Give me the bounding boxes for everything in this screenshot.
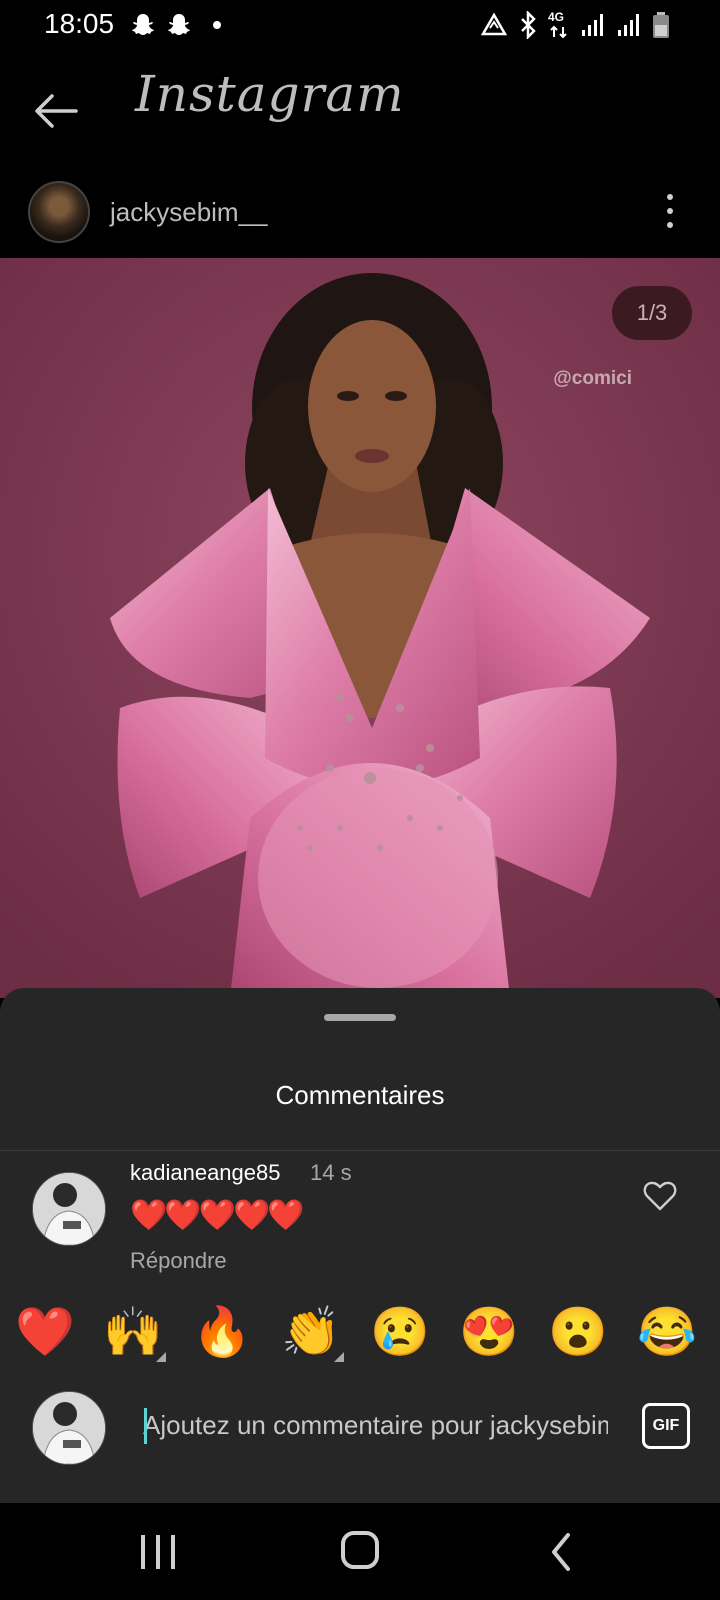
snapchat-icon — [168, 14, 190, 35]
reaction-cry[interactable]: 😢 — [365, 1298, 435, 1368]
reaction-glyph: 👏 — [281, 1306, 341, 1359]
recents-icon[interactable] — [128, 1527, 188, 1577]
status-bar: 18:05 4G — [0, 0, 720, 50]
comment-text: ❤️❤️❤️❤️❤️ — [130, 1199, 305, 1232]
signal-icon — [582, 14, 603, 36]
reaction-glyph: 😂 — [637, 1306, 697, 1359]
notification-dot — [213, 21, 221, 29]
home-icon[interactable] — [330, 1527, 390, 1577]
status-time: 18:05 — [44, 8, 115, 39]
back-icon[interactable] — [532, 1527, 592, 1577]
reaction-laugh[interactable]: 😂 — [632, 1298, 702, 1368]
post-avatar[interactable] — [28, 181, 90, 243]
reaction-glyph: ❤️ — [15, 1306, 75, 1359]
commenter-avatar[interactable] — [32, 1172, 106, 1246]
reaction-clap[interactable]: 👏 — [276, 1298, 346, 1368]
reaction-glyph: 😍 — [459, 1306, 519, 1359]
reaction-glyph: 😢 — [370, 1306, 430, 1359]
post-image[interactable]: 1/3 @comici — [0, 258, 720, 998]
reaction-heart[interactable]: ❤️ — [10, 1298, 80, 1368]
status-icons: 4G — [480, 10, 670, 40]
comment-input[interactable] — [143, 1404, 608, 1446]
person-avatar-icon — [33, 1392, 105, 1464]
gif-button[interactable]: GIF — [642, 1403, 690, 1449]
signal-icon — [618, 14, 639, 36]
heart-outline-icon[interactable] — [642, 1178, 678, 1214]
network-label: 4G — [548, 10, 565, 24]
sheet-drag-handle[interactable] — [324, 1014, 396, 1021]
comment-username[interactable]: kadianeange85 — [130, 1160, 280, 1186]
sheet-title: Commentaires — [275, 1080, 445, 1110]
data-saver-icon — [480, 12, 508, 36]
reply-button[interactable]: Répondre — [130, 1248, 227, 1274]
reaction-glyph: 🔥 — [192, 1306, 252, 1359]
post-username[interactable]: jackysebim__ — [110, 197, 268, 228]
battery-icon — [653, 12, 669, 38]
data-arrows-icon — [550, 25, 567, 39]
quick-reactions: ❤️ 🙌 🔥 👏 😢 😍 😮 😂 — [0, 1298, 720, 1368]
skin-tone-indicator — [334, 1352, 344, 1362]
image-counter: 1/3 — [612, 286, 692, 340]
network-4g-icon: 4G — [548, 10, 570, 40]
reaction-heart-eyes[interactable]: 😍 — [454, 1298, 524, 1368]
arrow-left-icon[interactable] — [30, 85, 82, 137]
reaction-wow[interactable]: 😮 — [543, 1298, 613, 1368]
bluetooth-icon — [521, 11, 536, 39]
comments-sheet: Commentaires kadianeange85 14 s ❤️❤️❤️❤️… — [0, 988, 720, 1503]
sheet-divider — [0, 1150, 720, 1151]
reaction-glyph: 🙌 — [103, 1306, 163, 1359]
text-caret — [144, 1408, 147, 1444]
reaction-fire[interactable]: 🔥 — [187, 1298, 257, 1368]
app-title: Instagram — [135, 65, 405, 123]
skin-tone-indicator — [156, 1352, 166, 1362]
my-avatar — [32, 1391, 106, 1465]
comment-composer: GIF — [0, 1388, 720, 1468]
image-watermark: @comici — [553, 368, 632, 389]
system-nav-bar — [0, 1503, 720, 1600]
post-header: jackysebim__ — [0, 173, 720, 258]
reaction-raising-hands[interactable]: 🙌 — [98, 1298, 168, 1368]
app-bar: Instagram — [0, 55, 720, 165]
snapchat-icon — [132, 14, 154, 35]
comment-time: 14 s — [310, 1160, 352, 1185]
reaction-glyph: 😮 — [548, 1306, 608, 1359]
comment-item: kadianeange85 14 s ❤️❤️❤️❤️❤️ Répondre — [0, 1160, 720, 1280]
more-vertical-icon[interactable] — [660, 191, 680, 231]
person-avatar-icon — [33, 1173, 105, 1245]
